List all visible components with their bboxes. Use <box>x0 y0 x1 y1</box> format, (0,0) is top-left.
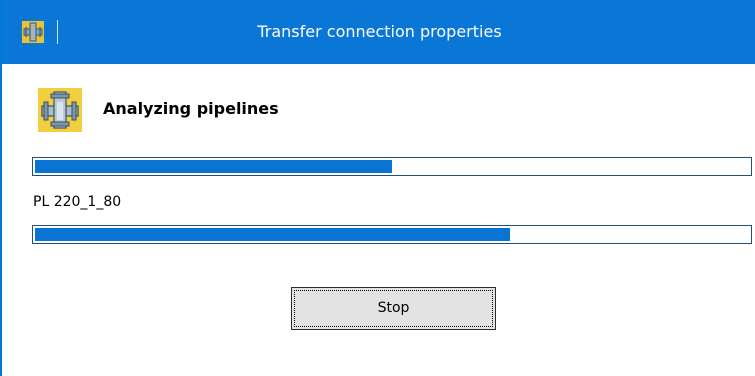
item-progress-fill <box>35 228 510 241</box>
dialog-heading: Analyzing pipelines <box>103 99 279 118</box>
overall-progress-fill <box>35 160 392 173</box>
title-bar[interactable]: Transfer connection properties <box>2 0 755 64</box>
dialog-window: Transfer connection properties Analyzing… <box>0 0 755 376</box>
current-pipeline-label: PL 220_1_80 <box>33 194 122 210</box>
item-progress-bar <box>32 225 752 244</box>
window-title: Transfer connection properties <box>257 22 502 41</box>
stop-button-label: Stop <box>294 290 493 327</box>
overall-progress-bar <box>32 157 752 176</box>
stop-button[interactable]: Stop <box>291 287 496 330</box>
pipeline-fitting-icon <box>38 88 82 132</box>
